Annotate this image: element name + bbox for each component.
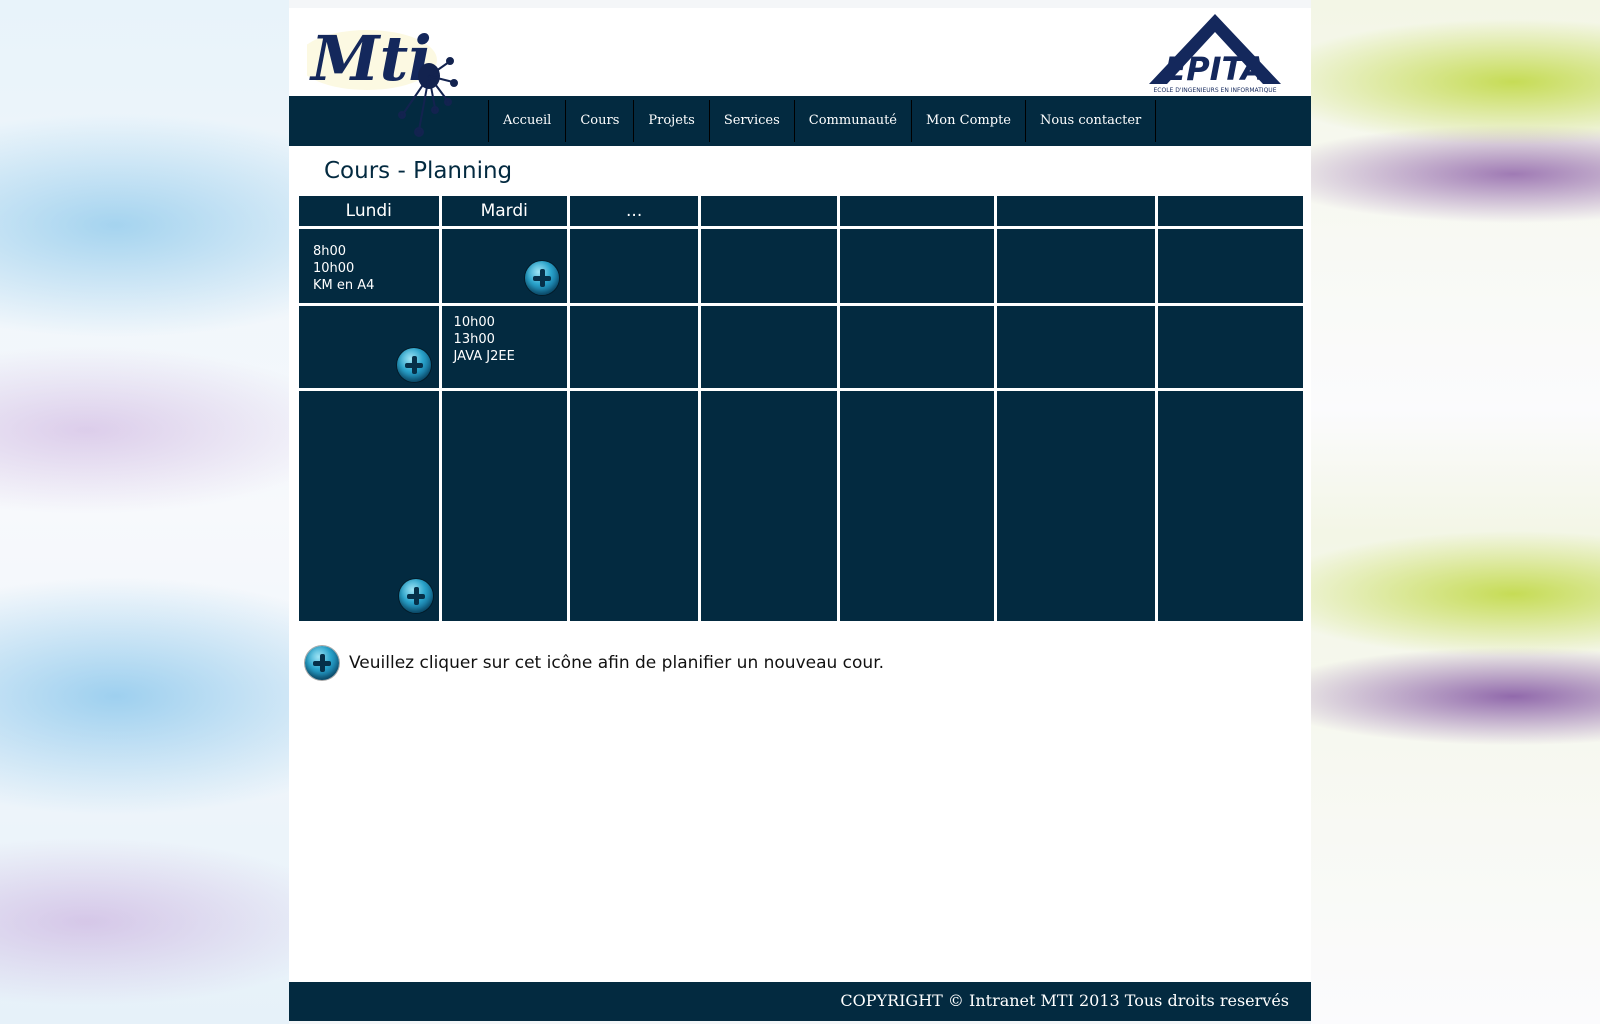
footer: COPYRIGHT © Intranet MTI 2013 Tous droit… xyxy=(289,982,1311,1021)
day-header-mardi: Mardi xyxy=(441,196,567,226)
instruction: Veuillez cliquer sur cet icône afin de p… xyxy=(305,645,884,681)
add-course-plus-icon[interactable] xyxy=(397,348,431,382)
nav-cours[interactable]: Cours xyxy=(565,100,633,142)
day-header-lundi: Lundi xyxy=(299,196,439,226)
day-header-more: ... xyxy=(569,196,699,226)
svg-text:Mti: Mti xyxy=(309,22,432,95)
day-header-empty xyxy=(1158,196,1303,226)
planning-cell xyxy=(996,229,1156,303)
planning-table: Lundi Mardi ... 8h00 10h00 KM en A4 10h0… xyxy=(296,193,1306,624)
nav-accueil[interactable]: Accueil xyxy=(488,100,565,142)
svg-text:EPITA: EPITA xyxy=(1164,50,1265,88)
event-start-time: 8h00 xyxy=(313,244,347,259)
event-end-time: 10h00 xyxy=(313,261,355,276)
nav-communaute[interactable]: Communauté xyxy=(793,100,911,142)
background-left-decoration xyxy=(0,0,289,1024)
planning-row: 10h00 13h00 JAVA J2EE xyxy=(299,306,1303,388)
epita-logo[interactable]: EPITA ECOLE D'INGENIEURS EN INFORMATIQUE xyxy=(1145,12,1285,96)
header: Mti EPITA ECOLE D'INGENIEURS EN INFORMAT… xyxy=(289,8,1311,137)
planning-cell xyxy=(701,306,837,388)
planning-cell xyxy=(441,229,567,303)
planning-cell xyxy=(996,391,1156,621)
planning-cell xyxy=(1158,229,1303,303)
planning-cell xyxy=(839,391,994,621)
planning-row xyxy=(299,391,1303,621)
planning-cell xyxy=(701,229,837,303)
instruction-text: Veuillez cliquer sur cet icône afin de p… xyxy=(349,653,885,673)
planning-cell xyxy=(299,306,439,388)
course-event[interactable]: 8h00 10h00 KM en A4 xyxy=(313,243,374,294)
copyright-text: COPYRIGHT © Intranet MTI 2013 Tous droit… xyxy=(840,991,1289,1010)
planning-cell xyxy=(701,391,837,621)
page-title: Cours - Planning xyxy=(324,158,513,184)
event-start-time: 10h00 xyxy=(453,315,495,330)
add-course-plus-icon[interactable] xyxy=(524,261,559,295)
legend-plus-icon xyxy=(305,646,339,680)
nav-nous-contacter[interactable]: Nous contacter xyxy=(1024,100,1157,142)
page-container: Mti EPITA ECOLE D'INGENIEURS EN INFORMAT… xyxy=(289,8,1311,1021)
mti-logo[interactable]: Mti xyxy=(307,22,467,142)
day-header-empty xyxy=(701,196,837,226)
planning-cell xyxy=(569,229,699,303)
event-end-time: 13h00 xyxy=(453,332,495,347)
day-header-empty xyxy=(839,196,994,226)
nav-mon-compte[interactable]: Mon Compte xyxy=(911,100,1025,142)
planning-header-row: Lundi Mardi ... xyxy=(299,196,1303,226)
planning-cell xyxy=(299,391,439,621)
planning-cell xyxy=(569,391,699,621)
course-event[interactable]: 10h00 13h00 JAVA J2EE xyxy=(454,314,515,365)
background-right-decoration xyxy=(1311,0,1600,1024)
planning-cell xyxy=(569,306,699,388)
main-nav: Accueil Cours Projets Services Communaut… xyxy=(488,100,1157,142)
add-course-plus-icon[interactable] xyxy=(399,579,433,613)
planning-cell: 8h00 10h00 KM en A4 xyxy=(299,229,439,303)
planning-cell xyxy=(1158,391,1303,621)
planning-cell xyxy=(839,306,994,388)
planning-cell xyxy=(839,229,994,303)
day-header-empty xyxy=(996,196,1156,226)
nav-services[interactable]: Services xyxy=(708,100,794,142)
planning-cell xyxy=(441,391,567,621)
planning-cell xyxy=(1158,306,1303,388)
event-name: KM en A4 xyxy=(313,278,375,293)
planning-cell xyxy=(996,306,1156,388)
planning-row: 8h00 10h00 KM en A4 xyxy=(299,229,1303,303)
planning-cell: 10h00 13h00 JAVA J2EE xyxy=(441,306,567,388)
event-name: JAVA J2EE xyxy=(453,349,515,364)
nav-projets[interactable]: Projets xyxy=(633,100,708,142)
svg-text:ECOLE D'INGENIEURS EN INFORMAT: ECOLE D'INGENIEURS EN INFORMATIQUE xyxy=(1154,87,1277,94)
